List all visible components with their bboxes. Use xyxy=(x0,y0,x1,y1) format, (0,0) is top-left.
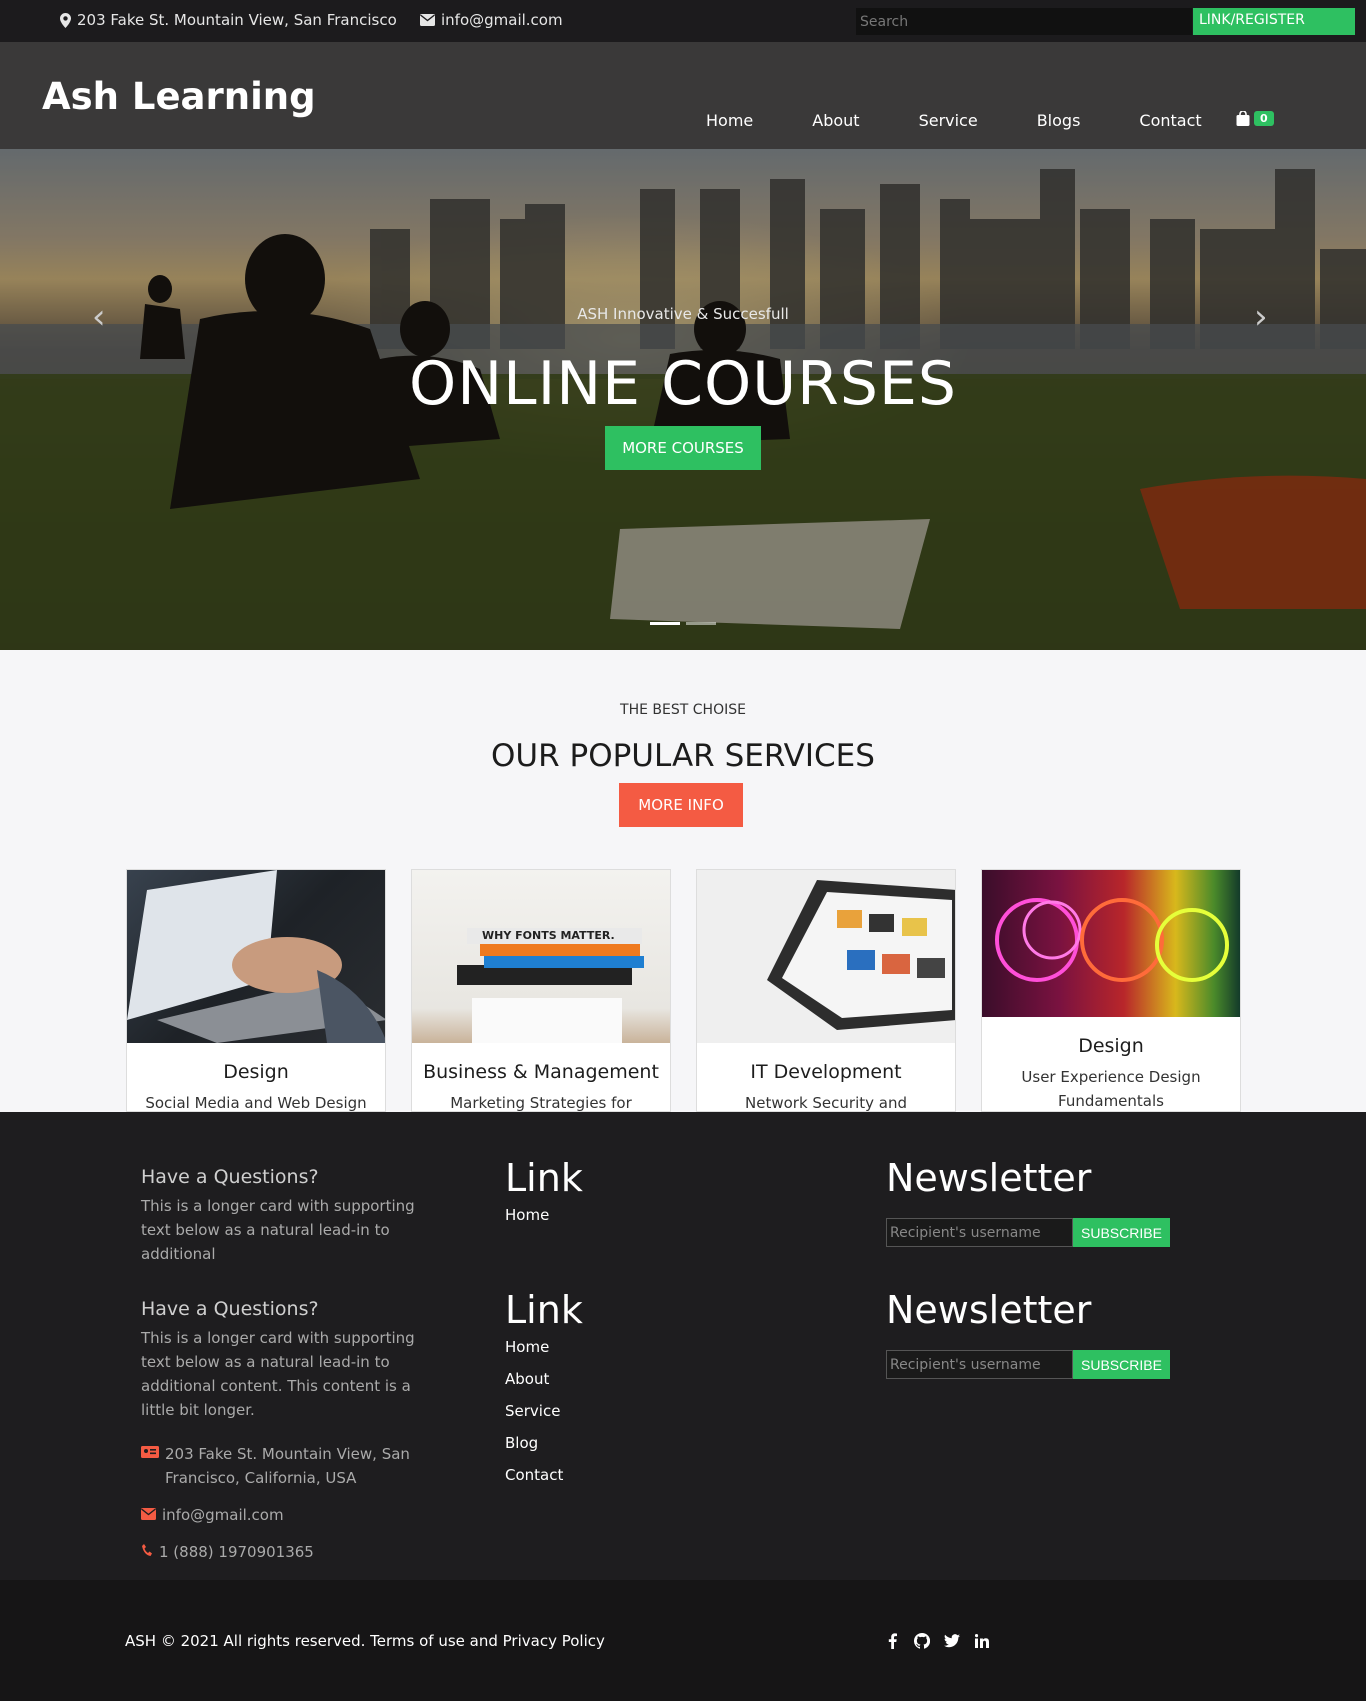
cart-count-badge: 0 xyxy=(1254,111,1274,126)
footer-email-text: info@gmail.com xyxy=(162,1506,284,1524)
social-links xyxy=(884,1632,990,1650)
service-card-title: IT Development xyxy=(750,1061,902,1083)
services-title: OUR POPULAR SERVICES xyxy=(491,738,875,774)
footer-link-contact[interactable]: Contact xyxy=(505,1466,583,1484)
main-nav: Home About Service Blogs Contact xyxy=(706,111,1202,130)
footer-link-home[interactable]: Home xyxy=(505,1206,583,1224)
footer-phone[interactable]: 1 (888) 1970901365 xyxy=(141,1540,441,1564)
newsletter-input[interactable] xyxy=(886,1350,1073,1379)
phone-icon xyxy=(141,1540,153,1564)
topbar-address: 203 Fake St. Mountain View, San Francisc… xyxy=(60,11,397,29)
topbar-email-text: info@gmail.com xyxy=(441,11,563,29)
footer-link-home[interactable]: Home xyxy=(505,1338,583,1356)
carousel-indicators xyxy=(650,622,716,625)
envelope-icon xyxy=(420,14,435,26)
service-card-it[interactable]: IT Development Network Security and xyxy=(696,869,956,1112)
more-courses-button[interactable]: MORE COURSES xyxy=(605,426,761,470)
cart-button[interactable]: 0 xyxy=(1236,111,1274,126)
newsletter-title: Newsletter xyxy=(886,1288,1092,1332)
footer-address-text: 203 Fake St. Mountain View, San Francisc… xyxy=(165,1445,410,1487)
envelope-icon xyxy=(141,1503,156,1527)
site-footer: Have a Questions? This is a longer card … xyxy=(0,1112,1366,1580)
footer-question-title: Have a Questions? xyxy=(141,1298,319,1320)
footer-link-service[interactable]: Service xyxy=(505,1402,583,1420)
site-header: Ash Learning Home About Service Blogs Co… xyxy=(0,42,1366,149)
service-card-text: Social Media and Web Design xyxy=(145,1094,367,1112)
twitter-icon[interactable] xyxy=(944,1632,960,1650)
footer-newsletter-2: Newsletter SUBSCRIBE xyxy=(886,1288,1170,1379)
nav-home[interactable]: Home xyxy=(706,111,753,130)
footer-link-title: Link xyxy=(505,1288,583,1332)
subscribe-button[interactable]: SUBSCRIBE xyxy=(1073,1350,1170,1379)
topbar-email[interactable]: info@gmail.com xyxy=(420,11,563,29)
nav-blogs[interactable]: Blogs xyxy=(1037,111,1081,130)
hero-kicker: ASH Innovative & Succesfull xyxy=(577,305,789,323)
footer-links-2: Link Home About Service Blog Contact xyxy=(505,1288,583,1484)
footer-newsletter-1: Newsletter SUBSCRIBE xyxy=(886,1156,1170,1247)
carousel-dot-2[interactable] xyxy=(686,622,716,625)
service-card-text: Marketing Strategies for xyxy=(450,1094,632,1112)
footer-questions-2: Have a Questions? This is a longer card … xyxy=(141,1298,441,1564)
subscribe-button[interactable]: SUBSCRIBE xyxy=(1073,1218,1170,1247)
service-card-business[interactable]: WHY FONTS MATTER. Business & Management … xyxy=(411,869,671,1112)
copyright-bar: ASH © 2021 All rights reserved. Terms of… xyxy=(0,1580,1366,1701)
laptop-typing-image xyxy=(127,870,385,1043)
services-kicker: THE BEST CHOISE xyxy=(620,702,746,718)
books-stack-image: WHY FONTS MATTER. xyxy=(412,870,670,1043)
service-card-ux[interactable]: Design User Experience Design Fundamenta… xyxy=(981,869,1241,1112)
footer-address: 203 Fake St. Mountain View, San Francisc… xyxy=(141,1442,441,1490)
newsletter-title: Newsletter xyxy=(886,1156,1092,1200)
copyright-text: ASH © 2021 All rights reserved. Terms of… xyxy=(125,1632,605,1650)
top-bar: 203 Fake St. Mountain View, San Francisc… xyxy=(0,0,1366,42)
facebook-icon[interactable] xyxy=(884,1632,900,1650)
footer-link-about[interactable]: About xyxy=(505,1370,583,1388)
footer-question-text: This is a longer card with supporting te… xyxy=(141,1329,415,1419)
service-card-title: Design xyxy=(1078,1035,1144,1057)
linkedin-icon[interactable] xyxy=(974,1632,990,1650)
carousel-dot-1[interactable] xyxy=(650,622,680,625)
service-card-text: User Experience Design Fundamentals xyxy=(1021,1068,1201,1110)
newsletter-form: SUBSCRIBE xyxy=(886,1218,1170,1247)
more-info-button[interactable]: MORE INFO xyxy=(619,783,743,827)
svg-text:WHY FONTS MATTER.: WHY FONTS MATTER. xyxy=(482,929,615,942)
hero-title: ONLINE COURSES xyxy=(409,349,957,419)
github-icon[interactable] xyxy=(914,1632,930,1650)
newsletter-input[interactable] xyxy=(886,1218,1073,1247)
service-card-title: Design xyxy=(223,1061,289,1083)
topbar-address-text: 203 Fake St. Mountain View, San Francisc… xyxy=(77,11,397,29)
shopping-bag-icon xyxy=(1236,111,1250,126)
footer-phone-text: 1 (888) 1970901365 xyxy=(159,1543,314,1561)
footer-question-text: This is a longer card with supporting te… xyxy=(141,1197,415,1263)
login-register-button[interactable]: LINK/REGISTER xyxy=(1193,8,1355,35)
address-card-icon xyxy=(141,1442,159,1466)
footer-email[interactable]: info@gmail.com xyxy=(141,1503,441,1527)
service-card-text: Network Security and xyxy=(745,1094,907,1112)
service-card-title: Business & Management xyxy=(423,1061,659,1083)
brand-logo[interactable]: Ash Learning xyxy=(42,75,316,118)
nav-about[interactable]: About xyxy=(812,111,859,130)
search-input[interactable] xyxy=(856,8,1192,35)
neon-lights-image xyxy=(982,870,1240,1017)
nav-contact[interactable]: Contact xyxy=(1139,111,1201,130)
footer-link-blog[interactable]: Blog xyxy=(505,1434,583,1452)
footer-link-title: Link xyxy=(505,1156,583,1200)
footer-question-title: Have a Questions? xyxy=(141,1166,319,1188)
hero-carousel: ‹ › ASH Innovative & Succesfull ONLINE C… xyxy=(0,149,1366,650)
map-pin-icon xyxy=(60,12,71,28)
footer-questions-1: Have a Questions? This is a longer card … xyxy=(141,1166,441,1266)
footer-links-1: Link Home xyxy=(505,1156,583,1224)
service-card-design[interactable]: Design Social Media and Web Design xyxy=(126,869,386,1112)
nav-service[interactable]: Service xyxy=(919,111,978,130)
newsletter-form: SUBSCRIBE xyxy=(886,1350,1170,1379)
tablet-image xyxy=(697,870,955,1043)
